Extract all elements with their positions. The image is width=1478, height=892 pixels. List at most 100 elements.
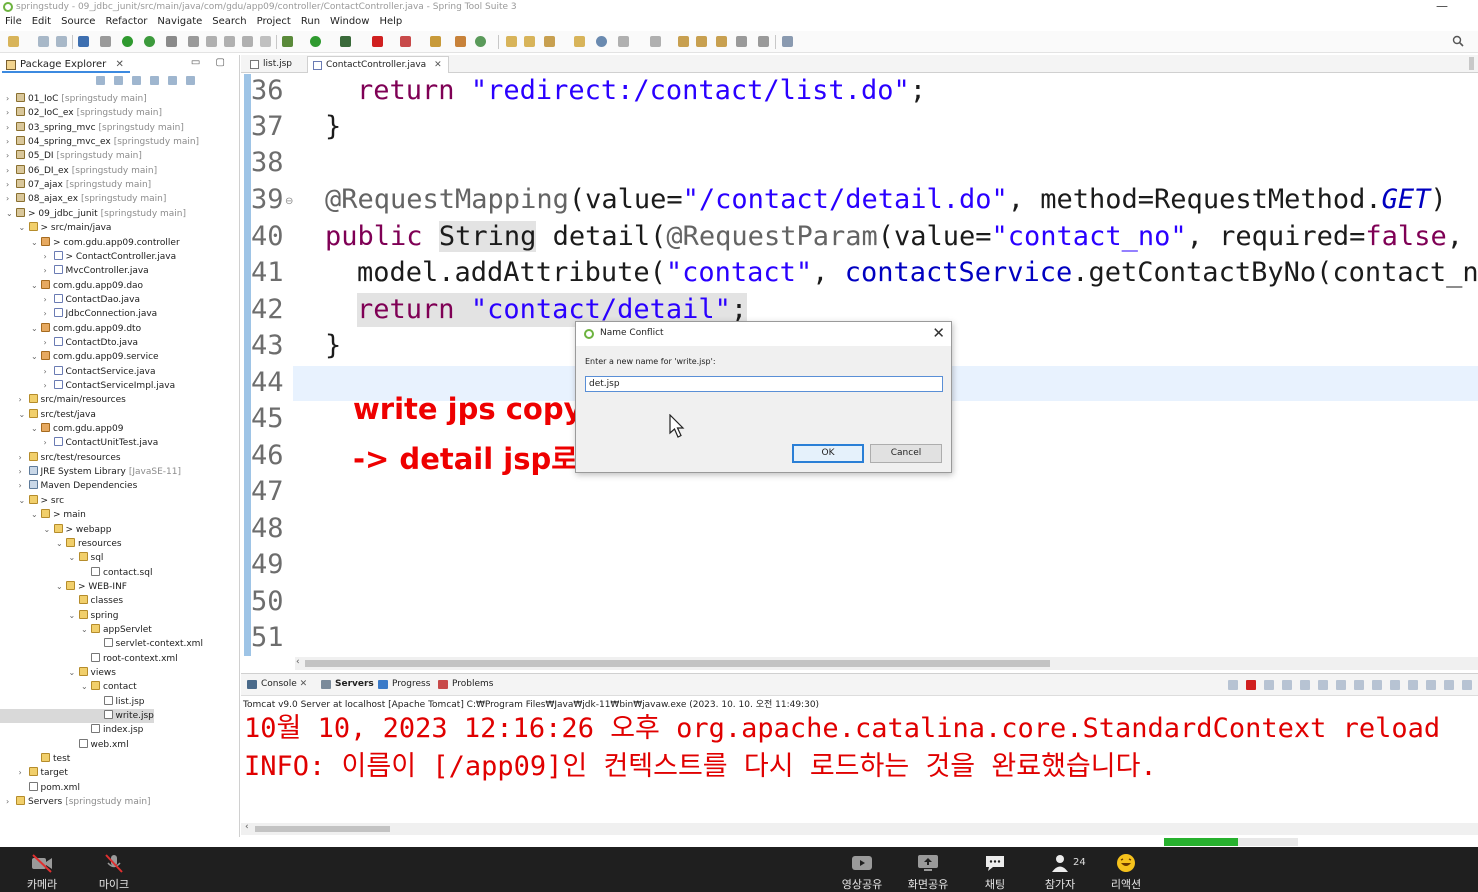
collapsed-chevron-icon[interactable]: › (6, 164, 16, 178)
tree-item[interactable]: › 07_ajax [springstudy main] (0, 178, 151, 192)
show-stderr-icon[interactable] (1372, 680, 1382, 690)
tree-item[interactable]: ⌄ spring (0, 609, 119, 623)
collapsed-chevron-icon[interactable]: › (44, 307, 54, 321)
expanded-chevron-icon[interactable]: ⌄ (31, 322, 41, 336)
tree-item[interactable]: classes (0, 594, 123, 608)
tool-icon[interactable] (166, 36, 177, 47)
tree-item[interactable]: › Maven Dependencies (0, 479, 137, 493)
remove-launch-icon[interactable] (1264, 680, 1274, 690)
tree-item[interactable]: › 08_ajax_ex [springstudy main] (0, 192, 166, 206)
tree-item[interactable]: ⌄ > src (0, 494, 64, 508)
collapsed-chevron-icon[interactable]: › (6, 135, 16, 149)
close-icon[interactable]: ✕ (115, 59, 123, 70)
console-horizontal-scrollbar[interactable]: ‹ (241, 822, 1478, 835)
view-controls[interactable]: ▭ ▢ (191, 57, 231, 68)
nav-back-icon[interactable] (736, 36, 747, 47)
tree-item[interactable]: › 02_IoC_ex [springstudy main] (0, 106, 162, 120)
microphone-button[interactable]: 마이크 (84, 853, 144, 892)
collapsed-chevron-icon[interactable]: › (44, 336, 54, 350)
expanded-chevron-icon[interactable]: ⌄ (31, 508, 41, 522)
collapsed-chevron-icon[interactable]: › (6, 192, 16, 206)
expanded-chevron-icon[interactable]: ⌄ (19, 221, 29, 235)
tool-icon[interactable] (716, 36, 727, 47)
tab-list-jsp[interactable]: list.jsp (245, 56, 298, 73)
tree-item[interactable]: › src/main/resources (0, 393, 126, 407)
tree-item[interactable]: ⌄ > webapp (0, 523, 111, 537)
menu-help[interactable]: Help (374, 14, 407, 30)
open-console-icon[interactable] (1426, 680, 1436, 690)
collapsed-chevron-icon[interactable]: › (19, 451, 29, 465)
server-start-icon[interactable] (122, 36, 133, 47)
tree-item[interactable]: index.jsp (0, 723, 143, 737)
collapsed-chevron-icon[interactable]: › (44, 365, 54, 379)
new-name-input[interactable] (585, 376, 943, 392)
expanded-chevron-icon[interactable]: ⌄ (31, 422, 41, 436)
expanded-chevron-icon[interactable]: ⌄ (81, 623, 91, 637)
show-stdout-icon[interactable] (1354, 680, 1364, 690)
forward-icon[interactable] (114, 76, 123, 85)
minimize-icon[interactable]: — (1436, 0, 1448, 13)
minimize-icon[interactable] (1444, 680, 1454, 690)
perspective-icon[interactable] (782, 36, 793, 47)
tree-item[interactable]: test (0, 752, 70, 766)
tree-item[interactable]: ⌄ > src/main/java (0, 221, 111, 235)
view-menu-icon[interactable] (186, 76, 195, 85)
collapsed-chevron-icon[interactable]: › (19, 766, 29, 780)
open-folder-icon[interactable] (506, 36, 517, 47)
collapsed-chevron-icon[interactable]: › (6, 795, 16, 809)
tree-item[interactable]: ⌄ appServlet (0, 623, 152, 637)
tool-icon[interactable] (430, 36, 441, 47)
tool-icon[interactable] (544, 36, 555, 47)
collapsed-chevron-icon[interactable]: › (6, 178, 16, 192)
tree-item[interactable]: ⌄ com.gdu.app09.dto (0, 322, 141, 336)
tree-item[interactable]: ⌄ > 09_jdbc_junit [springstudy main] (0, 207, 186, 221)
expanded-chevron-icon[interactable]: ⌄ (19, 494, 29, 508)
expanded-chevron-icon[interactable]: ⌄ (31, 350, 41, 364)
tool-icon[interactable] (188, 36, 199, 47)
tree-item[interactable]: › ContactDto.java (0, 336, 138, 350)
close-icon[interactable]: ✕ (300, 679, 308, 689)
menu-run[interactable]: Run (296, 14, 325, 30)
expanded-chevron-icon[interactable]: ⌄ (69, 666, 79, 680)
word-wrap-icon[interactable] (1336, 680, 1346, 690)
tree-item[interactable]: › Servers [springstudy main] (0, 795, 151, 809)
tree-item[interactable]: ⌄ > com.gdu.app09.controller (0, 236, 180, 250)
forward-icon[interactable] (696, 36, 707, 47)
editor-horizontal-scrollbar[interactable]: ‹ (295, 657, 1478, 670)
tool-icon[interactable] (206, 36, 217, 47)
expanded-chevron-icon[interactable]: ⌄ (44, 523, 54, 537)
collapsed-chevron-icon[interactable]: › (6, 92, 16, 106)
menu-refactor[interactable]: Refactor (100, 14, 152, 30)
expanded-chevron-icon[interactable]: ⌄ (56, 537, 66, 551)
reaction-button[interactable]: 리액션 (1096, 853, 1156, 892)
tree-item[interactable]: contact.sql (0, 566, 152, 580)
run-icon[interactable] (310, 36, 321, 47)
fold-icon[interactable]: ⊖ (285, 196, 293, 207)
scroll-left-icon[interactable]: ‹ (245, 822, 249, 832)
scroll-left-icon[interactable]: ‹ (296, 657, 300, 667)
tree-item[interactable]: ⌄ src/test/java (0, 408, 96, 422)
tool-icon[interactable] (574, 36, 585, 47)
tool-icon[interactable] (1228, 680, 1238, 690)
expanded-chevron-icon[interactable]: ⌄ (6, 207, 16, 221)
tree-item[interactable]: pom.xml (0, 781, 80, 795)
tree-item[interactable]: › ContactUnitTest.java (0, 436, 158, 450)
collapsed-chevron-icon[interactable]: › (44, 250, 54, 264)
tree-item[interactable]: ⌄ com.gdu.app09 (0, 422, 123, 436)
tree-item[interactable]: › ContactService.java (0, 365, 156, 379)
collapsed-chevron-icon[interactable]: › (44, 436, 54, 450)
menu-file[interactable]: File (0, 14, 27, 30)
tree-item[interactable]: ⌄ > main (0, 508, 86, 522)
link-editor-icon[interactable] (150, 76, 159, 85)
close-icon[interactable]: ✕ (932, 324, 945, 342)
ok-button[interactable]: OK (792, 444, 864, 463)
tree-item[interactable]: ⌄ com.gdu.app09.service (0, 350, 159, 364)
tree-item[interactable]: › JdbcConnection.java (0, 307, 157, 321)
tree-item[interactable]: › 05_DI [springstudy main] (0, 149, 142, 163)
collapsed-chevron-icon[interactable]: › (6, 106, 16, 120)
tab-console[interactable]: Console ✕ (247, 679, 307, 689)
chat-button[interactable]: 채팅 (965, 853, 1025, 892)
expanded-chevron-icon[interactable]: ⌄ (69, 609, 79, 623)
tool-icon[interactable] (475, 36, 486, 47)
nav-forward-icon[interactable] (758, 36, 769, 47)
